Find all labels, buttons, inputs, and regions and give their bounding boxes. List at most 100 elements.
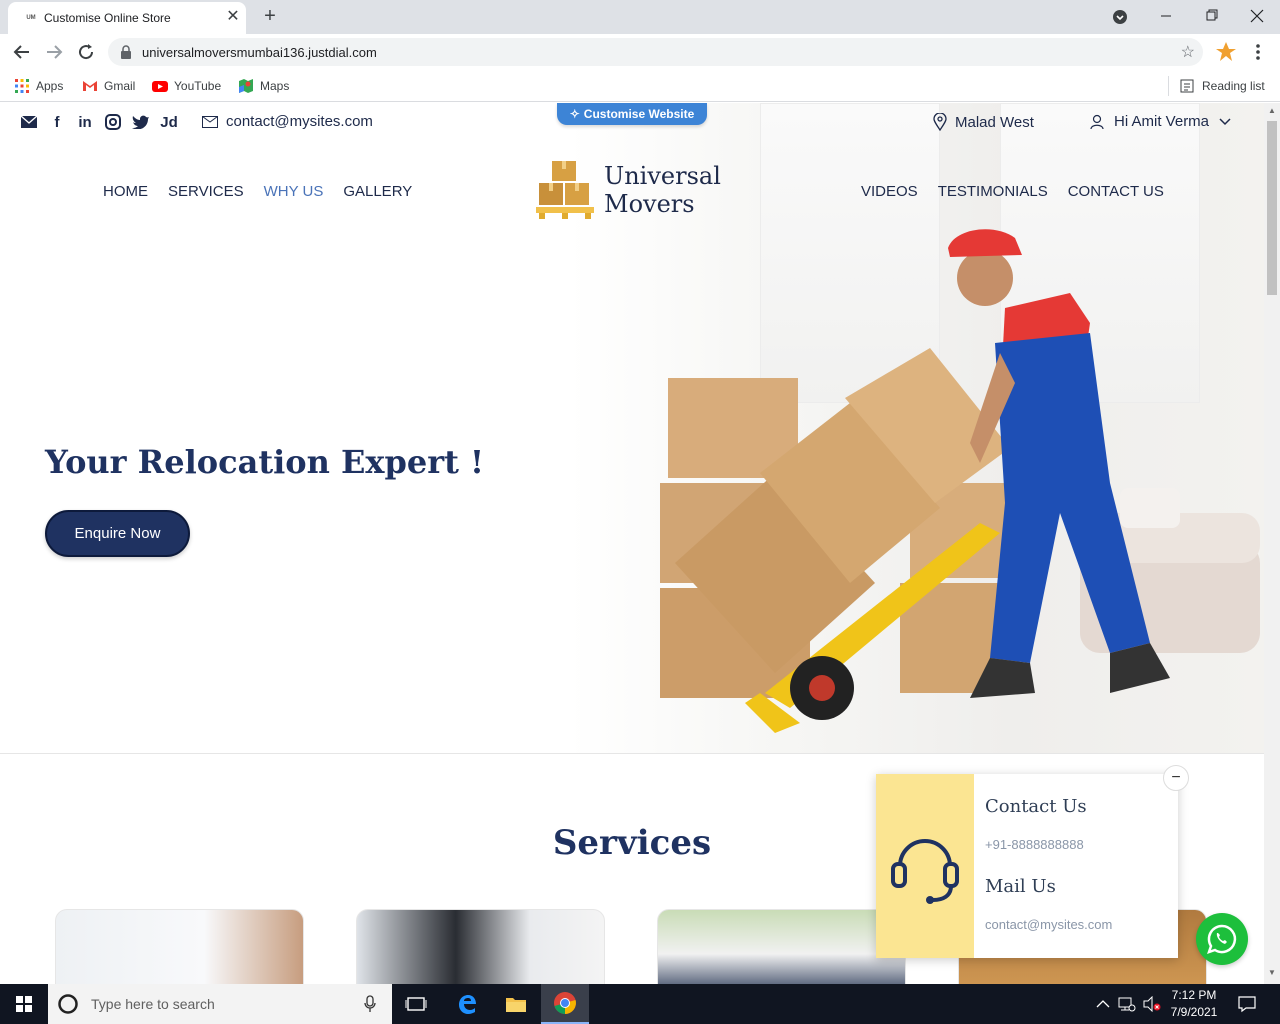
reading-list-button[interactable]: Reading list bbox=[1180, 76, 1265, 96]
scroll-down-icon[interactable]: ▼ bbox=[1268, 969, 1276, 977]
user-icon bbox=[1090, 114, 1104, 129]
nav-services[interactable]: SERVICES bbox=[168, 183, 244, 200]
bookmark-apps[interactable]: Apps bbox=[14, 76, 63, 96]
notifications-icon[interactable] bbox=[1238, 995, 1256, 1013]
browser-tab-strip: UM Customise Online Store ✕ + bbox=[0, 0, 1280, 34]
windows-logo-icon bbox=[16, 996, 32, 1012]
bookmark-youtube[interactable]: YouTube bbox=[152, 76, 221, 96]
url-text: universalmoversmumbai136.justdial.com bbox=[142, 45, 377, 60]
back-arrow-icon[interactable] bbox=[10, 40, 34, 64]
minimize-window-button[interactable] bbox=[1152, 4, 1180, 28]
contact-mail[interactable]: contact@mysites.com bbox=[985, 917, 1112, 932]
tab-title: Customise Online Store bbox=[44, 11, 171, 25]
maps-icon bbox=[239, 79, 253, 93]
facebook-icon[interactable]: f bbox=[48, 113, 66, 131]
boxes-logo-icon bbox=[536, 161, 594, 219]
whatsapp-button[interactable] bbox=[1196, 913, 1248, 965]
user-menu[interactable]: Hi Amit Verma bbox=[1090, 113, 1231, 130]
extension-icon[interactable] bbox=[1214, 40, 1238, 64]
edge-taskbar-button[interactable] bbox=[443, 984, 491, 1024]
youtube-icon bbox=[152, 81, 168, 92]
microphone-icon[interactable] bbox=[364, 995, 376, 1013]
magic-wand-icon: ✧ bbox=[569, 107, 580, 121]
bookmark-label: Apps bbox=[36, 79, 64, 93]
cortana-icon bbox=[58, 994, 78, 1014]
user-greeting: Hi Amit Verma bbox=[1114, 113, 1210, 130]
taskbar-search[interactable]: Type here to search bbox=[48, 984, 392, 1024]
tab-search-icon[interactable] bbox=[1111, 8, 1129, 26]
nav-why-us[interactable]: WHY US bbox=[264, 183, 324, 200]
contact-widget: Contact Us +91-8888888888 Mail Us contac… bbox=[876, 774, 1178, 958]
tab-favicon-icon: UM bbox=[26, 15, 36, 21]
location-selector[interactable]: Malad West bbox=[933, 113, 1034, 131]
nav-testimonials[interactable]: TESTIMONIALS bbox=[938, 183, 1048, 200]
nav-videos[interactable]: VIDEOS bbox=[861, 183, 918, 200]
contact-widget-minimize-button[interactable]: − bbox=[1163, 765, 1189, 791]
logo-line-2: Movers bbox=[604, 190, 695, 218]
new-tab-button[interactable]: + bbox=[258, 5, 282, 29]
header-email-text: contact@mysites.com bbox=[226, 113, 373, 130]
service-card[interactable] bbox=[657, 909, 906, 984]
mail-icon[interactable] bbox=[20, 113, 38, 131]
bookmark-gmail[interactable]: Gmail bbox=[82, 76, 135, 96]
logo-line-1: Universal bbox=[604, 162, 721, 190]
contact-us-title: Contact Us bbox=[985, 796, 1087, 817]
nav-home[interactable]: HOME bbox=[103, 183, 148, 200]
reload-icon[interactable] bbox=[74, 40, 98, 64]
contact-widget-panel bbox=[876, 774, 974, 958]
linkedin-icon[interactable]: in bbox=[76, 113, 94, 131]
taskbar-search-placeholder: Type here to search bbox=[91, 996, 215, 1012]
forward-arrow-icon[interactable] bbox=[42, 40, 66, 64]
volume-muted-icon[interactable] bbox=[1143, 996, 1161, 1012]
instagram-icon[interactable] bbox=[104, 113, 122, 131]
address-bar[interactable]: universalmoversmumbai136.justdial.com ☆ bbox=[108, 38, 1203, 66]
system-clock[interactable]: 7:12 PM 7/9/2021 bbox=[1168, 987, 1220, 1021]
start-button[interactable] bbox=[0, 984, 48, 1024]
restore-window-button[interactable] bbox=[1198, 4, 1226, 28]
mover-with-boxes-image bbox=[660, 229, 1260, 733]
folder-icon bbox=[506, 998, 526, 1012]
page-scrollbar[interactable]: ▲ ▼ bbox=[1264, 103, 1280, 984]
reading-list-label: Reading list bbox=[1202, 79, 1265, 93]
justdial-icon[interactable]: Jd bbox=[160, 113, 178, 131]
envelope-icon bbox=[202, 115, 218, 128]
file-explorer-taskbar-button[interactable] bbox=[492, 984, 540, 1024]
network-icon[interactable] bbox=[1118, 996, 1136, 1012]
chrome-taskbar-button[interactable] bbox=[541, 984, 589, 1024]
location-text: Malad West bbox=[955, 113, 1034, 131]
browser-toolbar: universalmoversmumbai136.justdial.com ☆ bbox=[0, 34, 1280, 70]
browser-menu-icon[interactable] bbox=[1250, 40, 1266, 64]
nav-gallery[interactable]: GALLERY bbox=[343, 183, 412, 200]
bookmark-star-icon[interactable]: ☆ bbox=[1181, 42, 1195, 62]
scrollbar-thumb[interactable] bbox=[1267, 121, 1277, 295]
apps-grid-icon bbox=[15, 79, 29, 93]
bookmark-label: Maps bbox=[260, 79, 290, 93]
contact-phone[interactable]: +91-8888888888 bbox=[985, 837, 1084, 852]
customise-website-button[interactable]: ✧ Customise Website bbox=[557, 103, 707, 125]
main-nav-left: HOME SERVICES WHY US GALLERY bbox=[103, 183, 412, 200]
tab-close-icon[interactable]: ✕ bbox=[224, 8, 242, 26]
close-window-button[interactable] bbox=[1243, 4, 1271, 28]
mail-us-title: Mail Us bbox=[985, 876, 1056, 897]
tray-chevron-up-icon[interactable] bbox=[1096, 999, 1110, 1009]
bookmark-maps[interactable]: Maps bbox=[238, 76, 289, 96]
browser-tab[interactable]: UM Customise Online Store ✕ bbox=[8, 2, 246, 34]
header-email[interactable]: contact@mysites.com bbox=[202, 113, 373, 130]
bookmark-divider bbox=[1168, 76, 1169, 96]
twitter-icon[interactable] bbox=[132, 113, 150, 131]
main-nav-right: VIDEOS TESTIMONIALS CONTACT US bbox=[861, 183, 1164, 200]
hero-headline: Your Relocation Expert ! bbox=[45, 443, 485, 481]
enquire-now-button[interactable]: Enquire Now bbox=[45, 510, 190, 557]
windows-taskbar: Type here to search 7:12 PM 7/9/2021 bbox=[0, 984, 1280, 1024]
service-card[interactable] bbox=[356, 909, 605, 984]
clock-time: 7:12 PM bbox=[1171, 988, 1217, 1002]
customise-label: Customise Website bbox=[583, 107, 695, 121]
bookmark-label: YouTube bbox=[174, 79, 222, 93]
hero-section: f in Jd contact@mysites.com ✧ Customise … bbox=[0, 103, 1264, 754]
web-page: f in Jd contact@mysites.com ✧ Customise … bbox=[0, 103, 1264, 984]
site-logo[interactable]: Universal Movers bbox=[536, 159, 721, 221]
service-card[interactable] bbox=[55, 909, 304, 984]
scroll-up-icon[interactable]: ▲ bbox=[1268, 107, 1276, 115]
nav-contact-us[interactable]: CONTACT US bbox=[1068, 183, 1164, 200]
task-view-button[interactable] bbox=[392, 984, 440, 1024]
